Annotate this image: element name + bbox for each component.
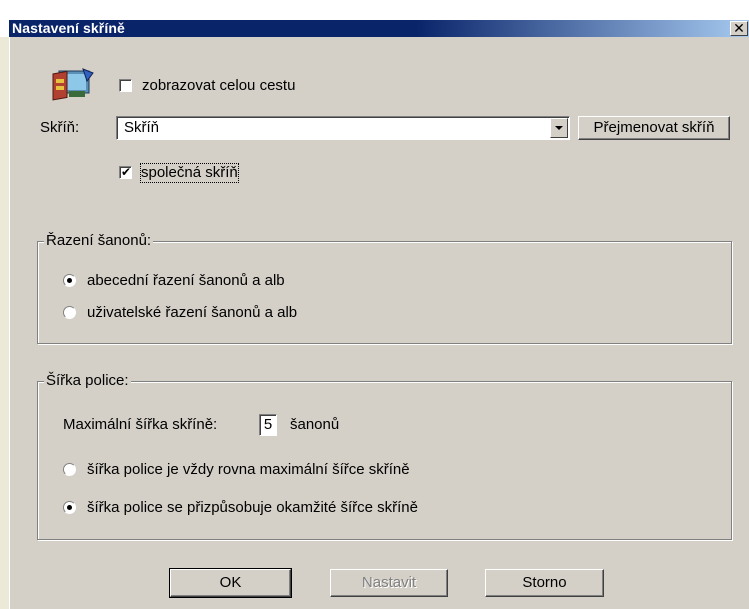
sorting-group: [37, 241, 732, 344]
checkmark-icon: ✔: [121, 165, 132, 179]
close-button[interactable]: ✕: [730, 21, 748, 36]
max-width-label: Maximální šířka skříně:: [63, 416, 218, 433]
sort-alphabetical-radio[interactable]: [63, 274, 76, 287]
sort-alphabetical-label: abecední řazení šanonů a alb: [87, 272, 285, 289]
apply-button[interactable]: Nastavit: [330, 569, 448, 597]
shared-cabinet-label: společná skříň: [140, 163, 239, 183]
cabinet-label: Skříň:: [40, 119, 80, 136]
max-width-unit: šanonů: [290, 416, 340, 433]
shelf-adaptive-radio[interactable]: [63, 501, 76, 514]
max-width-input[interactable]: 5: [259, 414, 277, 436]
rename-cabinet-button[interactable]: Přejmenovat skříň: [578, 116, 730, 140]
window-title: Nastavení skříně: [12, 20, 125, 36]
show-full-path-label: zobrazovat celou cestu: [142, 77, 296, 94]
shelf-fixed-radio[interactable]: [63, 463, 76, 476]
sorting-group-legend: Řazení šanonů:: [44, 232, 154, 250]
show-full-path-checkbox[interactable]: [119, 79, 132, 92]
cabinet-select-value: Skříň: [124, 119, 160, 136]
shelf-adaptive-label: šířka police se přizpůsobuje okamžité ší…: [87, 499, 418, 516]
shelf-fixed-label: šířka police je vždy rovna maximální šíř…: [87, 461, 410, 478]
shared-cabinet-checkbox[interactable]: ✔: [119, 165, 132, 179]
cabinet-select[interactable]: Skříň: [116, 116, 570, 140]
chevron-down-icon[interactable]: [550, 118, 568, 138]
ok-button[interactable]: OK: [169, 568, 292, 598]
shelf-width-group-legend: Šířka police:: [44, 372, 131, 390]
sort-custom-radio[interactable]: [63, 306, 76, 319]
close-icon: ✕: [733, 20, 745, 36]
cabinet-app-icon: [52, 68, 94, 101]
cancel-button[interactable]: Storno: [485, 569, 604, 597]
sort-custom-label: uživatelské řazení šanonů a alb: [87, 304, 298, 321]
